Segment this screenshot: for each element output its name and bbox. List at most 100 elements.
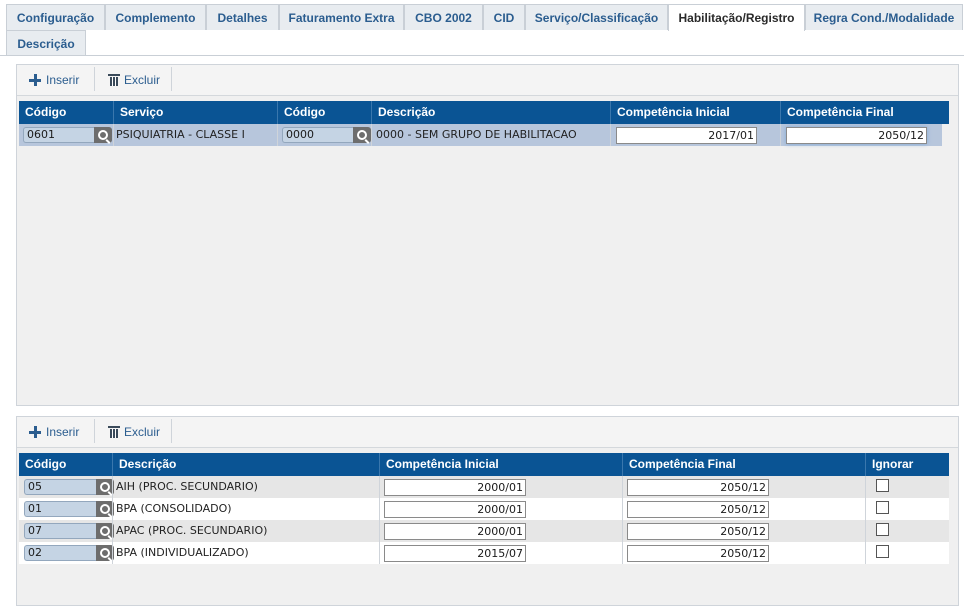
tab-cbo-2002[interactable]: CBO 2002	[404, 4, 483, 30]
insert-label: Inserir	[46, 73, 80, 87]
tab-habilitacao-registro[interactable]: Habilitação/Registro	[668, 4, 805, 31]
service-code-value[interactable]: 0601	[23, 127, 94, 143]
col-ignorar[interactable]: Ignorar	[865, 453, 949, 476]
tab-complemento[interactable]: Complemento	[105, 4, 206, 30]
delete-button[interactable]: Excluir	[108, 67, 161, 93]
cell-code: 01	[19, 498, 114, 520]
col-servico[interactable]: Serviço	[113, 101, 277, 124]
ignore-checkbox[interactable]	[876, 479, 889, 492]
col-competencia-final[interactable]: Competência Final	[780, 101, 949, 124]
cell-ignore	[865, 542, 949, 564]
tab-detalhes[interactable]: Detalhes	[206, 4, 279, 30]
trash-icon	[108, 426, 120, 438]
col-competencia-inicial[interactable]: Competência Inicial	[379, 453, 622, 476]
table-row[interactable]: 02 BPA (INDIVIDUALIZADO) 2015/07 2050/12	[19, 542, 949, 564]
code-search-button[interactable]	[353, 127, 371, 143]
tab-servico-classificacao[interactable]: Serviço/Classificação	[525, 4, 668, 30]
table-row[interactable]: 07 APAC (PROC. SECUNDARIO) 2000/01 2050/12	[19, 520, 949, 542]
service-code-lookup[interactable]: 0601	[23, 127, 112, 143]
delete-label: Excluir	[124, 425, 161, 439]
service-search-button[interactable]	[94, 127, 112, 143]
service-name: PSIQUIATRIA - CLASSE I	[116, 128, 245, 141]
toolbar-separator	[171, 419, 172, 443]
cell-end: 2050/12	[622, 542, 865, 564]
cell-ignore	[865, 476, 949, 498]
col-codigo-servico[interactable]: Código	[19, 101, 113, 124]
ignore-checkbox[interactable]	[876, 501, 889, 514]
cell-description: BPA (CONSOLIDADO)	[112, 498, 379, 520]
end-input[interactable]: 2050/12	[627, 523, 769, 540]
delete-label: Excluir	[124, 73, 161, 87]
code-lookup[interactable]: 05	[24, 479, 114, 495]
registro-toolbar: Inserir Excluir	[17, 417, 958, 448]
cell-service: PSIQUIATRIA - CLASSE I	[113, 124, 277, 146]
insert-button[interactable]: Inserir	[29, 419, 79, 445]
ignore-checkbox[interactable]	[876, 523, 889, 536]
code-lookup[interactable]: 02	[24, 545, 114, 561]
search-icon	[98, 130, 108, 140]
code-value[interactable]: 02	[24, 545, 96, 561]
habilitacao-panel: Inserir Excluir Código Serviço Código De…	[16, 64, 959, 406]
table-row[interactable]: 05 AIH (PROC. SECUNDARIO) 2000/01 2050/12	[19, 476, 949, 498]
insert-label: Inserir	[46, 425, 80, 439]
tab-divider	[0, 55, 964, 56]
cell-code: 05	[19, 476, 114, 498]
delete-button[interactable]: Excluir	[108, 419, 161, 445]
col-descricao[interactable]: Descrição	[371, 101, 610, 124]
table-row[interactable]: 01 BPA (CONSOLIDADO) 2000/01 2050/12	[19, 498, 949, 520]
col-competencia-final[interactable]: Competência Final	[622, 453, 865, 476]
habilitacao-toolbar: Inserir Excluir	[17, 65, 958, 96]
col-codigo[interactable]: Código	[19, 453, 112, 476]
code-lookup[interactable]: 07	[24, 523, 114, 539]
start-input[interactable]: 2000/01	[384, 501, 526, 518]
plus-icon	[29, 74, 41, 86]
habilitacao-grid-header: Código Serviço Código Descrição Competên…	[19, 101, 949, 124]
description-text: BPA (INDIVIDUALIZADO)	[116, 546, 249, 559]
toolbar-separator	[94, 67, 95, 91]
start-input[interactable]: 2015/07	[384, 545, 526, 562]
start-input[interactable]: 2000/01	[384, 523, 526, 540]
search-icon	[100, 482, 110, 492]
cell-start: 2000/01	[379, 520, 622, 542]
cell-ignore	[865, 498, 949, 520]
tab-regra-cond-modalidade[interactable]: Regra Cond./Modalidade	[805, 4, 963, 30]
toolbar-separator	[171, 67, 172, 91]
registro-grid-header: Código Descrição Competência Inicial Com…	[19, 453, 949, 476]
tab-descricao[interactable]: Descrição	[6, 30, 86, 56]
cell-description: BPA (INDIVIDUALIZADO)	[112, 542, 379, 564]
code-value[interactable]: 05	[24, 479, 96, 495]
cell-service-code: 0601	[19, 124, 113, 146]
start-input[interactable]: 2017/01	[616, 127, 757, 144]
end-input[interactable]: 2050/12	[627, 479, 769, 496]
toolbar-separator	[94, 419, 95, 443]
cell-end: 2050/12	[780, 124, 942, 146]
code-value[interactable]: 0000	[282, 127, 353, 143]
cell-code: 07	[19, 520, 114, 542]
cell-code: 0000	[277, 124, 371, 146]
ignore-checkbox[interactable]	[876, 545, 889, 558]
search-icon	[100, 504, 110, 514]
table-row[interactable]: 0601 PSIQUIATRIA - CLASSE I 0000 0000 - …	[19, 124, 942, 146]
tab-configuracao[interactable]: Configuração	[6, 4, 105, 30]
col-competencia-inicial[interactable]: Competência Inicial	[610, 101, 780, 124]
search-icon	[100, 526, 110, 536]
cell-description: 0000 - SEM GRUPO DE HABILITACAO	[371, 124, 610, 146]
description-text: 0000 - SEM GRUPO DE HABILITACAO	[376, 128, 577, 141]
end-input[interactable]: 2050/12	[786, 127, 927, 144]
insert-button[interactable]: Inserir	[29, 67, 79, 93]
code-lookup[interactable]: 01	[24, 501, 114, 517]
tab-faturamento-extra[interactable]: Faturamento Extra	[279, 4, 404, 30]
code-lookup[interactable]: 0000	[282, 127, 371, 143]
description-text: APAC (PROC. SECUNDARIO)	[116, 524, 268, 537]
cell-end: 2050/12	[622, 476, 865, 498]
col-descricao[interactable]: Descrição	[112, 453, 379, 476]
col-codigo[interactable]: Código	[277, 101, 371, 124]
end-input[interactable]: 2050/12	[627, 545, 769, 562]
cell-ignore	[865, 520, 949, 542]
cell-start: 2017/01	[610, 124, 780, 146]
end-input[interactable]: 2050/12	[627, 501, 769, 518]
tab-cid[interactable]: CID	[483, 4, 525, 30]
code-value[interactable]: 07	[24, 523, 96, 539]
code-value[interactable]: 01	[24, 501, 96, 517]
start-input[interactable]: 2000/01	[384, 479, 526, 496]
